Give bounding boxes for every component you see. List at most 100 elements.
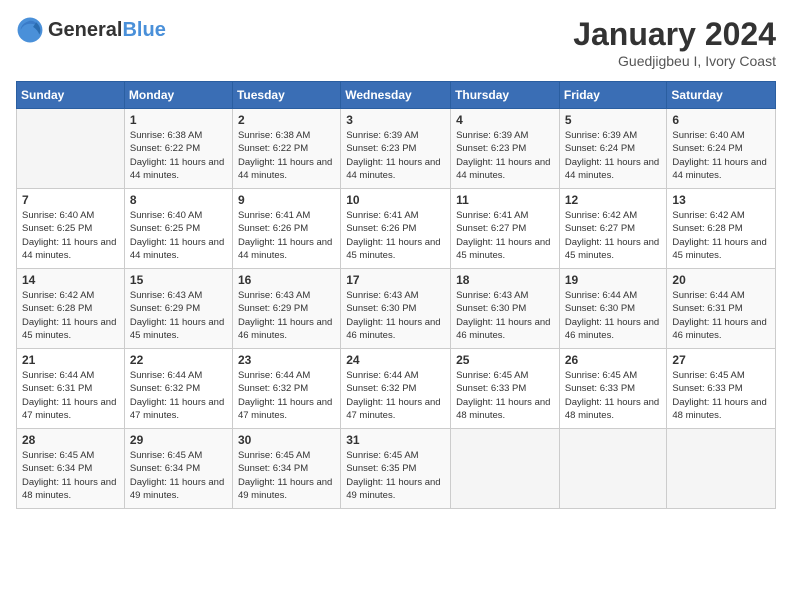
weekday-header-row: SundayMondayTuesdayWednesdayThursdayFrid… xyxy=(17,82,776,109)
day-number: 12 xyxy=(565,193,662,207)
day-info: Sunrise: 6:41 AMSunset: 6:26 PMDaylight:… xyxy=(346,209,445,262)
calendar-cell-w1-d6: 5 Sunrise: 6:39 AMSunset: 6:24 PMDaylight… xyxy=(559,109,667,189)
day-number: 5 xyxy=(565,113,662,127)
day-number: 31 xyxy=(346,433,445,447)
logo: GeneralBlue xyxy=(16,16,166,44)
day-number: 6 xyxy=(672,113,770,127)
calendar-cell-w5-d5 xyxy=(451,429,560,509)
calendar-cell-w2-d5: 11Sunrise: 6:41 AMSunset: 6:27 PMDayligh… xyxy=(451,189,560,269)
day-number: 27 xyxy=(672,353,770,367)
calendar-cell-w3-d2: 15 Sunrise: 6:43 AMSunset: 6:29 PMDayligh… xyxy=(124,269,232,349)
calendar-cell-w3-d6: 19 Sunrise: 6:44 AMSunset: 6:30 PMDayligh… xyxy=(559,269,667,349)
week-row-3: 14 Sunrise: 6:42 AMSunset: 6:28 PMDayligh… xyxy=(17,269,776,349)
week-row-1: 1Sunrise: 6:38 AMSunset: 6:22 PMDaylight… xyxy=(17,109,776,189)
logo-general: General xyxy=(48,19,122,41)
calendar-cell-w1-d4: 3 Sunrise: 6:39 AMSunset: 6:23 PMDaylight… xyxy=(341,109,451,189)
calendar-cell-w4-d7: 27 Sunrise: 6:45 AMSunset: 6:33 PMDayligh… xyxy=(667,349,776,429)
calendar-cell-w4-d6: 26 Sunrise: 6:45 AMSunset: 6:33 PMDayligh… xyxy=(559,349,667,429)
weekday-header-wednesday: Wednesday xyxy=(341,82,451,109)
day-info: Sunrise: 6:38 AMSunset: 6:22 PMDaylight:… xyxy=(238,129,335,182)
day-number: 30 xyxy=(238,433,335,447)
weekday-header-friday: Friday xyxy=(559,82,667,109)
day-number: 4 xyxy=(456,113,554,127)
calendar-cell-w5-d7 xyxy=(667,429,776,509)
day-number: 19 xyxy=(565,273,662,287)
day-info: Sunrise: 6:45 AMSunset: 6:33 PMDaylight:… xyxy=(456,369,554,422)
day-info: Sunrise: 6:39 AMSunset: 6:23 PMDaylight:… xyxy=(346,129,445,182)
title-block: January 2024 Guedjigbeu I, Ivory Coast xyxy=(573,16,776,69)
day-info: Sunrise: 6:44 AMSunset: 6:32 PMDaylight:… xyxy=(238,369,335,422)
calendar-cell-w2-d4: 10 Sunrise: 6:41 AMSunset: 6:26 PMDayligh… xyxy=(341,189,451,269)
calendar-cell-w3-d1: 14 Sunrise: 6:42 AMSunset: 6:28 PMDayligh… xyxy=(17,269,125,349)
day-number: 10 xyxy=(346,193,445,207)
day-info: Sunrise: 6:45 AMSunset: 6:34 PMDaylight:… xyxy=(130,449,227,502)
week-row-4: 21 Sunrise: 6:44 AMSunset: 6:31 PMDayligh… xyxy=(17,349,776,429)
day-number: 20 xyxy=(672,273,770,287)
weekday-header-thursday: Thursday xyxy=(451,82,560,109)
day-info: Sunrise: 6:38 AMSunset: 6:22 PMDaylight:… xyxy=(130,129,227,182)
calendar-cell-w1-d7: 6Sunrise: 6:40 AMSunset: 6:24 PMDaylight… xyxy=(667,109,776,189)
day-info: Sunrise: 6:45 AMSunset: 6:35 PMDaylight:… xyxy=(346,449,445,502)
calendar-cell-w5-d6 xyxy=(559,429,667,509)
day-info: Sunrise: 6:42 AMSunset: 6:28 PMDaylight:… xyxy=(22,289,119,342)
day-info: Sunrise: 6:39 AMSunset: 6:24 PMDaylight:… xyxy=(565,129,662,182)
day-info: Sunrise: 6:44 AMSunset: 6:31 PMDaylight:… xyxy=(22,369,119,422)
calendar-cell-w4-d3: 23 Sunrise: 6:44 AMSunset: 6:32 PMDayligh… xyxy=(232,349,340,429)
day-number: 3 xyxy=(346,113,445,127)
day-info: Sunrise: 6:45 AMSunset: 6:33 PMDaylight:… xyxy=(565,369,662,422)
day-info: Sunrise: 6:45 AMSunset: 6:34 PMDaylight:… xyxy=(238,449,335,502)
day-info: Sunrise: 6:44 AMSunset: 6:30 PMDaylight:… xyxy=(565,289,662,342)
day-info: Sunrise: 6:41 AMSunset: 6:26 PMDaylight:… xyxy=(238,209,335,262)
calendar-cell-w3-d4: 17Sunrise: 6:43 AMSunset: 6:30 PMDayligh… xyxy=(341,269,451,349)
weekday-header-sunday: Sunday xyxy=(17,82,125,109)
day-info: Sunrise: 6:40 AMSunset: 6:25 PMDaylight:… xyxy=(22,209,119,262)
calendar-cell-w1-d3: 2 Sunrise: 6:38 AMSunset: 6:22 PMDaylight… xyxy=(232,109,340,189)
day-info: Sunrise: 6:43 AMSunset: 6:29 PMDaylight:… xyxy=(130,289,227,342)
day-info: Sunrise: 6:43 AMSunset: 6:29 PMDaylight:… xyxy=(238,289,335,342)
day-info: Sunrise: 6:40 AMSunset: 6:25 PMDaylight:… xyxy=(130,209,227,262)
calendar-table: SundayMondayTuesdayWednesdayThursdayFrid… xyxy=(16,81,776,509)
day-info: Sunrise: 6:44 AMSunset: 6:32 PMDaylight:… xyxy=(130,369,227,422)
day-number: 17 xyxy=(346,273,445,287)
logo-blue: Blue xyxy=(122,19,165,41)
calendar-cell-w3-d7: 20 Sunrise: 6:44 AMSunset: 6:31 PMDayligh… xyxy=(667,269,776,349)
day-info: Sunrise: 6:43 AMSunset: 6:30 PMDaylight:… xyxy=(456,289,554,342)
calendar-cell-w2-d6: 12 Sunrise: 6:42 AMSunset: 6:27 PMDayligh… xyxy=(559,189,667,269)
day-number: 25 xyxy=(456,353,554,367)
day-number: 8 xyxy=(130,193,227,207)
day-number: 26 xyxy=(565,353,662,367)
day-info: Sunrise: 6:42 AMSunset: 6:28 PMDaylight:… xyxy=(672,209,770,262)
week-row-5: 28 Sunrise: 6:45 AMSunset: 6:34 PMDayligh… xyxy=(17,429,776,509)
day-number: 28 xyxy=(22,433,119,447)
calendar-cell-w5-d2: 29Sunrise: 6:45 AMSunset: 6:34 PMDayligh… xyxy=(124,429,232,509)
day-number: 18 xyxy=(456,273,554,287)
month-year-title: January 2024 xyxy=(573,16,776,53)
day-info: Sunrise: 6:44 AMSunset: 6:31 PMDaylight:… xyxy=(672,289,770,342)
day-number: 22 xyxy=(130,353,227,367)
calendar-cell-w4-d4: 24Sunrise: 6:44 AMSunset: 6:32 PMDayligh… xyxy=(341,349,451,429)
day-info: Sunrise: 6:45 AMSunset: 6:34 PMDaylight:… xyxy=(22,449,119,502)
day-number: 7 xyxy=(22,193,119,207)
logo-text: GeneralBlue xyxy=(48,19,166,42)
calendar-cell-w2-d2: 8 Sunrise: 6:40 AMSunset: 6:25 PMDaylight… xyxy=(124,189,232,269)
calendar-cell-w5-d1: 28 Sunrise: 6:45 AMSunset: 6:34 PMDayligh… xyxy=(17,429,125,509)
day-number: 16 xyxy=(238,273,335,287)
day-number: 2 xyxy=(238,113,335,127)
location-subtitle: Guedjigbeu I, Ivory Coast xyxy=(573,53,776,69)
day-info: Sunrise: 6:42 AMSunset: 6:27 PMDaylight:… xyxy=(565,209,662,262)
page-header: GeneralBlue January 2024 Guedjigbeu I, I… xyxy=(16,16,776,69)
weekday-header-saturday: Saturday xyxy=(667,82,776,109)
day-info: Sunrise: 6:39 AMSunset: 6:23 PMDaylight:… xyxy=(456,129,554,182)
calendar-cell-w2-d1: 7 Sunrise: 6:40 AMSunset: 6:25 PMDaylight… xyxy=(17,189,125,269)
day-number: 15 xyxy=(130,273,227,287)
day-number: 14 xyxy=(22,273,119,287)
day-number: 23 xyxy=(238,353,335,367)
day-number: 21 xyxy=(22,353,119,367)
day-info: Sunrise: 6:45 AMSunset: 6:33 PMDaylight:… xyxy=(672,369,770,422)
calendar-cell-w2-d3: 9 Sunrise: 6:41 AMSunset: 6:26 PMDaylight… xyxy=(232,189,340,269)
calendar-cell-w5-d4: 31 Sunrise: 6:45 AMSunset: 6:35 PMDayligh… xyxy=(341,429,451,509)
weekday-header-tuesday: Tuesday xyxy=(232,82,340,109)
calendar-cell-w4-d2: 22 Sunrise: 6:44 AMSunset: 6:32 PMDayligh… xyxy=(124,349,232,429)
day-info: Sunrise: 6:44 AMSunset: 6:32 PMDaylight:… xyxy=(346,369,445,422)
day-number: 9 xyxy=(238,193,335,207)
